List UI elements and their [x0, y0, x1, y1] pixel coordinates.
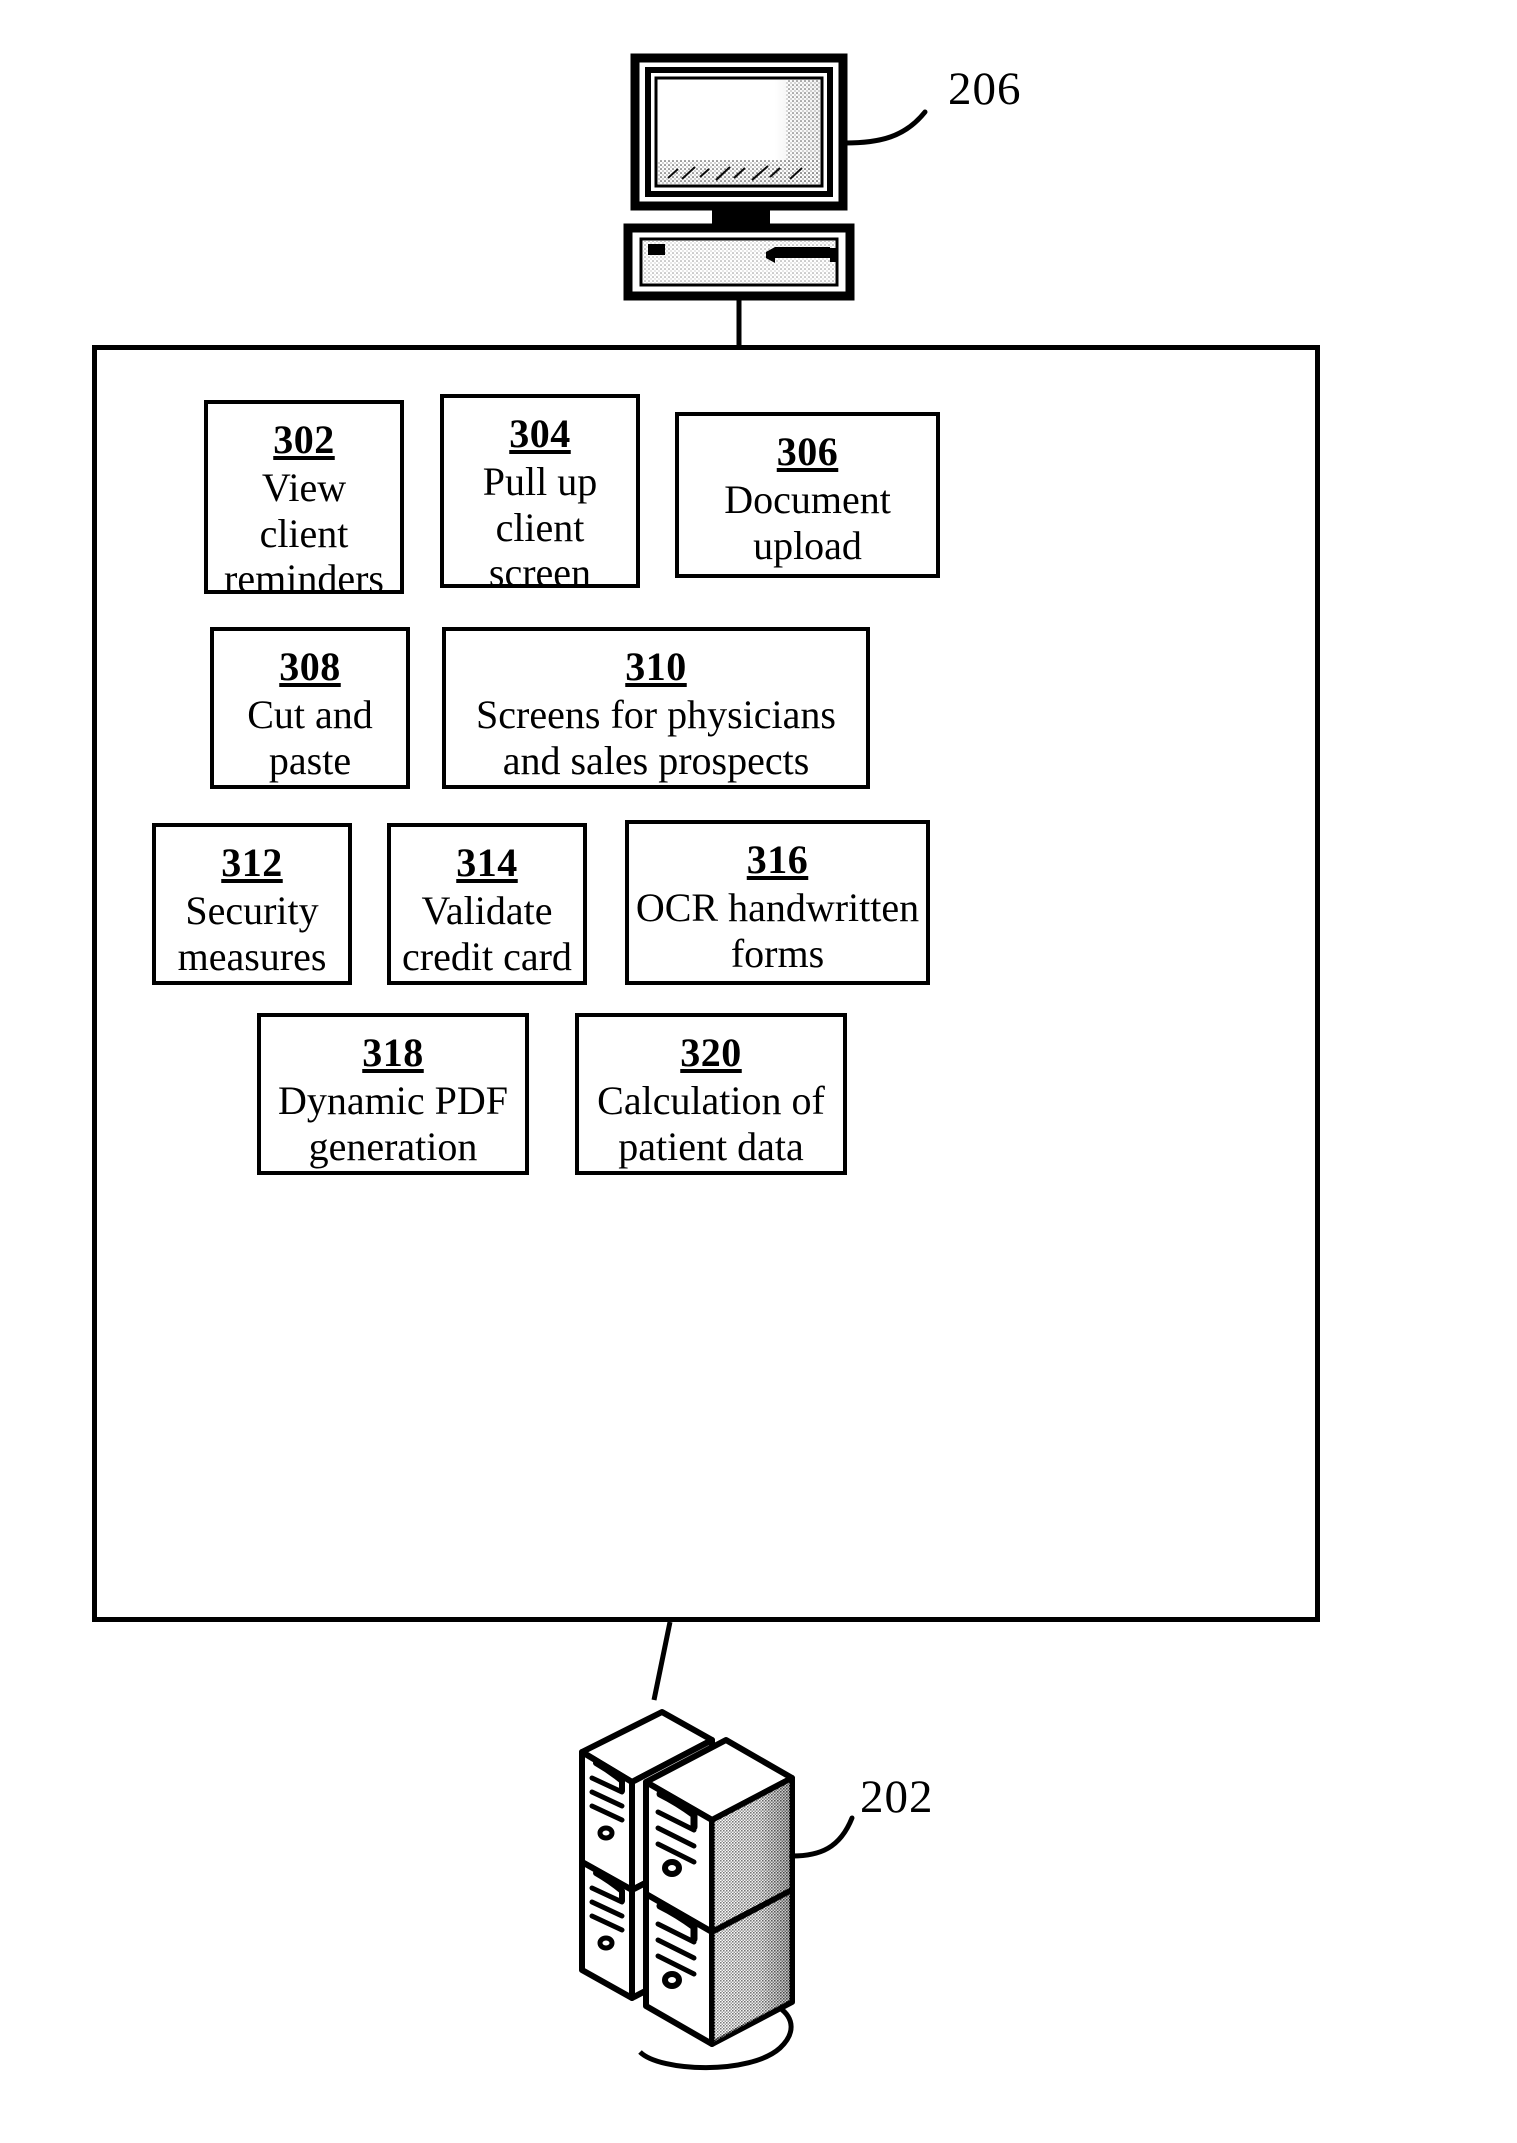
- function-box-320[interactable]: 320 Calculation of patient data: [575, 1013, 847, 1175]
- function-box-306[interactable]: 306 Document upload: [675, 412, 940, 578]
- function-box-312-label: Security measures: [177, 888, 327, 979]
- leader-line-202: [789, 1815, 855, 1859]
- function-box-320-label: Calculation of patient data: [597, 1078, 825, 1169]
- function-box-316[interactable]: 316 OCR handwritten forms: [625, 820, 930, 985]
- function-box-304[interactable]: 304 Pull up client screen: [440, 394, 640, 595]
- function-box-308-number: 308: [279, 644, 341, 689]
- function-box-302-label: View client reminders: [224, 465, 384, 602]
- leader-line-206: [842, 109, 928, 146]
- server-stack-icon: [579, 1709, 795, 2071]
- function-box-306-number: 306: [776, 429, 839, 474]
- function-box-304-number: 304: [509, 411, 571, 456]
- function-box-310[interactable]: 310 Screens for physicians and sales pro…: [442, 627, 870, 789]
- function-box-308[interactable]: 308 Cut and paste: [210, 627, 410, 789]
- function-box-306-label: Document upload: [724, 477, 891, 568]
- function-box-314[interactable]: 314 Validate credit card: [387, 823, 587, 985]
- function-box-312[interactable]: 312 Security measures: [152, 823, 352, 985]
- function-box-312-number: 312: [221, 840, 283, 885]
- function-box-314-label: Validate credit card: [402, 888, 572, 979]
- function-box-314-number: 314: [456, 840, 518, 885]
- function-box-316-number: 316: [746, 837, 809, 882]
- function-box-318-number: 318: [362, 1030, 424, 1075]
- reference-numeral-206: 206: [948, 63, 1022, 115]
- patent-figure: 206 202 302 View client reminders 304 Pu…: [0, 0, 1517, 2143]
- function-box-320-number: 320: [680, 1030, 742, 1075]
- function-box-310-label: Screens for physicians and sales prospec…: [476, 692, 836, 783]
- desktop-computer-icon: [623, 53, 855, 301]
- function-box-302-number: 302: [273, 417, 335, 462]
- function-box-310-number: 310: [625, 644, 687, 689]
- function-box-308-label: Cut and paste: [247, 692, 373, 783]
- function-box-318[interactable]: 318 Dynamic PDF generation: [257, 1013, 529, 1175]
- function-box-304-label: Pull up client screen: [482, 459, 598, 596]
- system-container: 302 View client reminders 304 Pull up cl…: [92, 345, 1320, 1622]
- connector-system-to-server: [651, 1621, 673, 1701]
- reference-numeral-202: 202: [860, 1771, 934, 1823]
- function-box-302[interactable]: 302 View client reminders: [204, 400, 404, 601]
- function-box-316-label: OCR handwritten forms: [635, 885, 920, 976]
- function-box-318-label: Dynamic PDF generation: [278, 1078, 508, 1169]
